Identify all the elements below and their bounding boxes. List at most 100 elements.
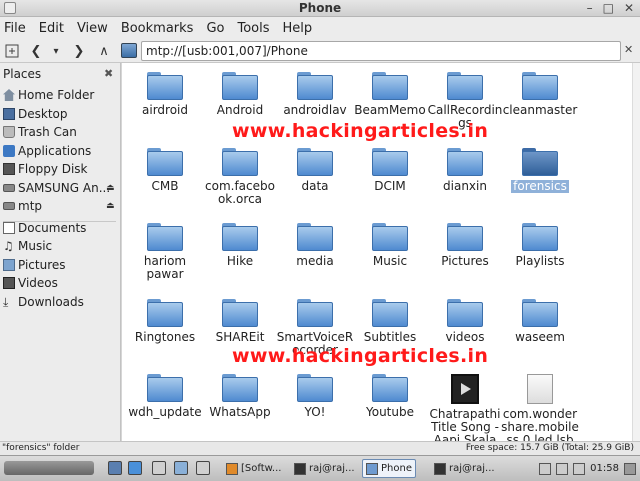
menu-help[interactable]: Help [283,21,313,36]
menu-tools[interactable]: Tools [237,21,269,36]
folder-item[interactable]: wdh_update [122,374,208,419]
desktop-1-icon[interactable] [152,461,166,475]
file-label: media [296,254,334,268]
floppy-icon [3,163,15,175]
folder-item[interactable]: media [272,223,358,268]
folder-item[interactable]: Pictures [422,223,508,268]
folder-item[interactable]: DCIM [347,148,433,193]
folder-item[interactable]: YO! [272,374,358,419]
forward-button[interactable]: ❯ [70,42,88,60]
menu-bookmarks[interactable]: Bookmarks [121,21,194,36]
folder-item[interactable]: videos [422,299,508,344]
folder-item[interactable]: Android [197,72,283,117]
close-sidebar-button[interactable]: ✖ [104,67,113,80]
taskbar-item-terminal-2[interactable]: raj@raj... [434,459,495,478]
folder-item-selected[interactable]: forensics [497,148,583,193]
file-label-wrap: waseem [497,327,583,344]
folder-item[interactable]: CMB [122,148,208,193]
sidebar-item-applications[interactable]: Applications [0,142,120,160]
clipboard-icon[interactable] [573,462,586,475]
folder-item[interactable]: Playlists [497,223,583,268]
close-window-button[interactable]: ✕ [624,1,634,15]
menu-logo-icon[interactable] [4,461,94,475]
folder-item[interactable]: data [272,148,358,193]
folder-icon [522,299,558,327]
up-button[interactable]: ∧ [95,42,113,60]
menu-file[interactable]: File [4,21,26,36]
system-tray: 01:58 [539,459,636,478]
file-view[interactable]: airdroid Android androidlav BeamMemo CallRec… [122,63,640,441]
folder-item[interactable]: hariom pawar [122,223,208,281]
folder-item[interactable]: Youtube [347,374,433,419]
folder-item[interactable]: cleanmaster [497,72,583,117]
sidebar-item-documents[interactable]: Documents [0,219,120,237]
file-item[interactable]: com.wonder share.mobile ss.0.led.lsb [497,374,583,441]
terminal-icon [294,462,306,475]
menu-view[interactable]: View [77,21,108,36]
folder-item[interactable]: SHAREit [197,299,283,344]
file-label-wrap: hariom pawar [122,251,208,281]
eject-icon[interactable]: ⏏ [106,201,115,211]
back-button[interactable]: ❮ [27,42,45,60]
folder-item[interactable]: BeamMemo [347,72,433,117]
menu-go[interactable]: Go [206,21,224,36]
file-label: waseem [515,330,565,344]
browser-launcher-icon[interactable] [128,461,142,475]
sidebar-item-downloads[interactable]: ⤓ Downloads [0,293,120,311]
desktop-3-icon[interactable] [196,461,210,475]
folder-item[interactable]: androidlav [272,72,358,117]
lock-screen-icon[interactable] [624,462,636,475]
taskbar-item-terminal-1[interactable]: raj@raj... [294,459,355,478]
folder-item[interactable]: Subtitles [347,299,433,344]
scrollbar[interactable] [632,63,640,441]
folder-item[interactable]: airdroid [122,72,208,117]
taskbar-item-software[interactable]: [Softw... [226,459,281,478]
places-header[interactable]: Places [3,67,41,81]
file-label: data [301,179,329,193]
sidebar-item-desktop[interactable]: Desktop [0,105,120,123]
folder-item[interactable]: Hike [197,223,283,268]
back-history-dropdown[interactable]: ▾ [47,42,65,60]
maximize-button[interactable]: □ [603,1,614,15]
folder-item[interactable]: Ringtones [122,299,208,344]
close-location-button[interactable]: ✕ [624,43,638,58]
taskbar-item-phone[interactable]: Phone [362,459,416,478]
file-label-wrap: Chatrapathi Title Song - Aapi Skala [422,404,508,442]
file-item[interactable]: Chatrapathi Title Song - Aapi Skala [422,374,508,441]
menu-edit[interactable]: Edit [39,21,64,36]
file-label-wrap: CMB [122,176,208,193]
sidebar-item-videos[interactable]: Videos [0,274,120,292]
sidebar-item-home[interactable]: Home Folder [0,86,120,104]
volume-icon[interactable] [556,462,569,475]
file-label: WhatsApp [209,405,271,419]
new-tab-icon[interactable] [3,42,21,60]
drive-icon [3,184,15,192]
eject-icon[interactable]: ⏏ [106,183,115,193]
toolbar: ❮ ▾ ❯ ∧ mtp://[usb:001,007]/Phone ✕ [0,39,640,63]
file-label-wrap: dianxin [422,176,508,193]
folder-item[interactable]: waseem [497,299,583,344]
sidebar-item-pictures[interactable]: Pictures [0,256,120,274]
file-label: hariom pawar [143,254,187,281]
folder-icon [297,374,333,402]
file-label-wrap: videos [422,327,508,344]
sidebar-item-mtp[interactable]: mtp ⏏ [0,197,120,215]
network-icon[interactable] [539,462,552,475]
folder-item[interactable]: WhatsApp [197,374,283,419]
sidebar-item-floppy[interactable]: Floppy Disk [0,160,120,178]
location-bar[interactable]: mtp://[usb:001,007]/Phone [141,41,621,61]
minimize-button[interactable]: – [587,1,593,15]
sidebar-item-label: Documents [18,221,87,235]
window-controls: – □ ✕ [587,1,634,15]
file-manager-launcher-icon[interactable] [108,461,122,475]
home-icon [3,89,15,101]
desktop-2-icon[interactable] [174,461,188,475]
folder-item[interactable]: dianxin [422,148,508,193]
clock[interactable]: 01:58 [590,463,619,474]
folder-item[interactable]: com.facebo ok.orca [197,148,283,206]
sidebar-item-trash[interactable]: Trash Can [0,123,120,141]
file-label: dianxin [443,179,487,193]
sidebar-item-samsung[interactable]: SAMSUNG An... ⏏ [0,179,120,197]
folder-item[interactable]: Music [347,223,433,268]
sidebar-item-music[interactable]: ♫ Music [0,237,120,255]
